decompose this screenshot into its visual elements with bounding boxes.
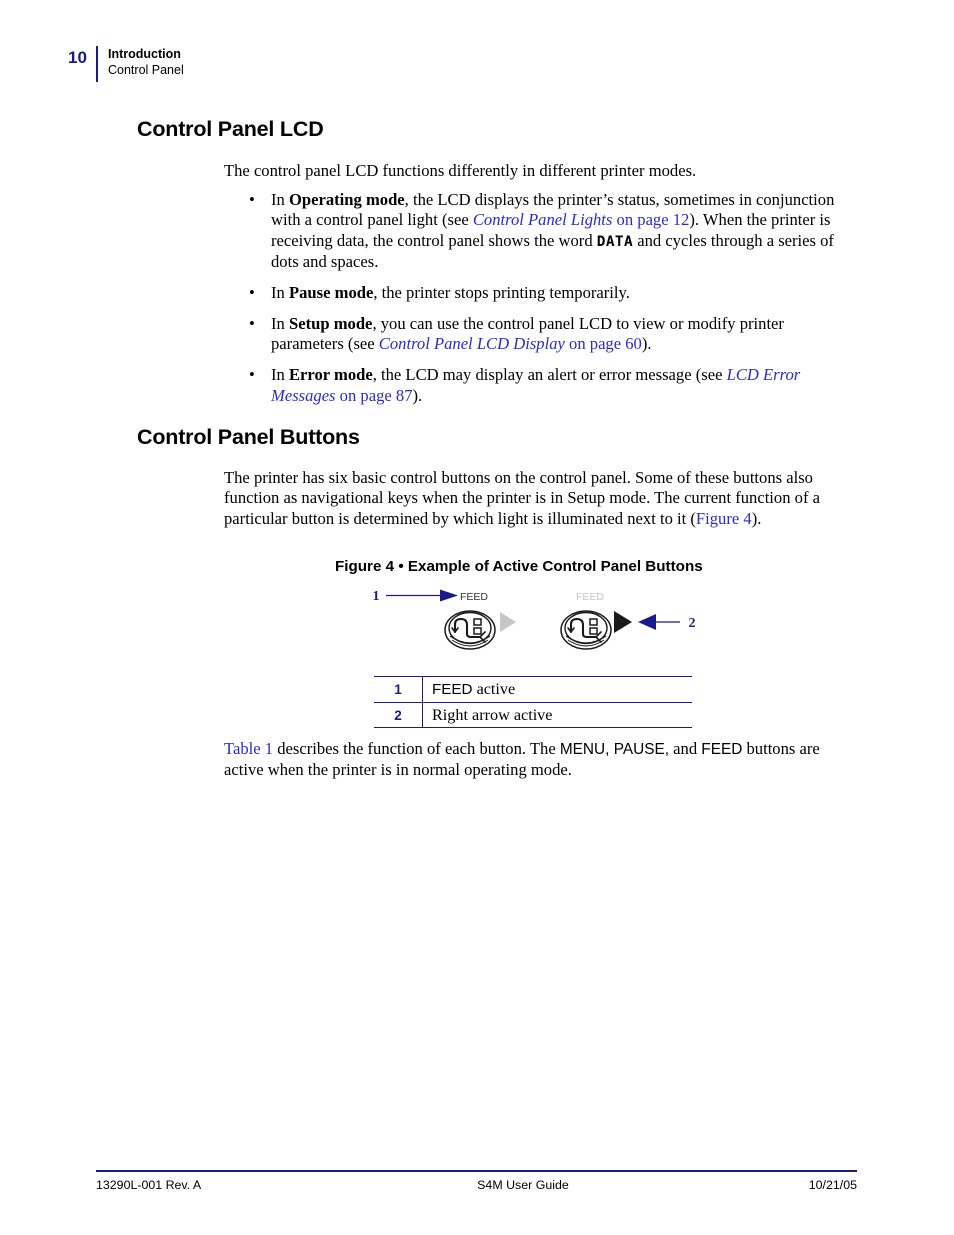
figure-4-artwork: 1 FEED FEED 2 xyxy=(360,586,710,654)
xref-table-1[interactable]: Table 1 xyxy=(224,739,273,758)
bullet-icon: • xyxy=(249,283,255,303)
bullet-lead-in: In xyxy=(271,365,289,385)
xref-figure-4[interactable]: Figure 4 xyxy=(696,509,752,528)
xref-lcd-error-messages-page[interactable]: on page 87 xyxy=(336,386,413,405)
right-arrow-indicator-inactive-icon xyxy=(500,612,516,632)
button-name-feed: FEED xyxy=(701,741,743,758)
paragraph-buttons-intro: The printer has six basic control button… xyxy=(224,468,840,529)
page-number: 10 xyxy=(68,48,87,67)
xref-control-panel-lcd-display[interactable]: Control Panel LCD Display xyxy=(379,334,565,353)
feed-label-inactive: FEED xyxy=(576,591,604,603)
callout-2-arrowhead-icon xyxy=(638,614,656,630)
callout-1-arrowhead-icon xyxy=(440,589,458,602)
bullet-lead-in: In xyxy=(271,283,289,303)
legend-number-2: 2 xyxy=(374,702,423,728)
closing-text-part-2: and xyxy=(669,739,702,758)
figure-callout-1: 1 xyxy=(373,589,380,604)
header-section-title: Control Panel xyxy=(108,63,184,77)
mode-name-setup: Setup mode xyxy=(288,314,373,334)
legend-state-text-2: Right arrow active xyxy=(432,706,553,724)
feed-label-active: FEED xyxy=(460,591,488,603)
footer-date: 10/21/05 xyxy=(808,1178,857,1192)
mode-name-operating: Operating mode xyxy=(288,190,405,209)
bullet-icon: • xyxy=(249,314,255,334)
footer-rule xyxy=(96,1170,857,1172)
header-breadcrumb: Introduction Control Panel xyxy=(108,46,184,78)
bullet-icon: • xyxy=(249,365,255,385)
bullet-body-part-1: , the printer stops printing temporarily… xyxy=(373,283,630,303)
legend-description-1: FEED active xyxy=(422,676,692,703)
mode-name-pause: Pause mode xyxy=(288,283,374,303)
header-divider-rule xyxy=(96,46,98,82)
list-item-operating-mode: • In Operating mode, the LCD displays th… xyxy=(243,190,843,273)
mode-name-error: Error mode xyxy=(288,365,373,385)
paragraph-table-1-reference: Table 1 describes the function of each b… xyxy=(224,739,844,781)
legend-button-name-feed: FEED xyxy=(432,681,473,698)
xref-control-panel-lights[interactable]: Control Panel Lights xyxy=(473,210,613,229)
button-names-menu-pause: MENU, PAUSE, xyxy=(559,741,670,758)
paragraph-buttons-body-end: ). xyxy=(751,508,762,528)
table-row: 1 FEED active xyxy=(374,676,692,703)
figure-callout-2: 2 xyxy=(689,616,696,631)
table-row: 2 Right arrow active xyxy=(374,702,692,728)
bullet-body-part-1: , the LCD may display an alert or error … xyxy=(372,365,727,385)
bullet-lead-in: In xyxy=(271,314,289,334)
paragraph-lcd-intro: The control panel LCD functions differen… xyxy=(224,161,697,180)
figure-caption-separator: • xyxy=(398,558,404,575)
bullet-icon: • xyxy=(249,190,255,209)
lcd-word-data: DATA xyxy=(596,233,634,250)
feed-button-inactive[interactable] xyxy=(559,609,613,651)
page-footer: 13290L-001 Rev. A S4M User Guide 10/21/0… xyxy=(96,1178,857,1192)
list-item-pause-mode: • In Pause mode, the printer stops print… xyxy=(243,283,843,303)
legend-number-1: 1 xyxy=(374,676,423,703)
figure-4-caption: Figure 4 • Example of Active Control Pan… xyxy=(335,558,703,575)
figure-4-legend-table: 1 FEED active 2 Right arrow active xyxy=(374,676,692,728)
legend-description-2: Right arrow active xyxy=(422,702,692,728)
lcd-mode-list: • In Operating mode, the LCD displays th… xyxy=(243,190,843,417)
closing-text-part-1: describes the function of each button. T… xyxy=(273,739,560,758)
bullet-body-part-2: ). xyxy=(641,334,652,354)
xref-control-panel-lcd-display-page[interactable]: on page 60 xyxy=(565,334,642,353)
right-arrow-indicator-active-icon xyxy=(614,611,632,633)
figure-caption-label: Figure 4 xyxy=(335,558,395,575)
bullet-body-part-2: ). xyxy=(412,385,423,405)
figure-caption-text: Example of Active Control Panel Buttons xyxy=(407,558,703,575)
header-chapter-title: Introduction xyxy=(108,47,181,61)
list-item-setup-mode: • In Setup mode, you can use the control… xyxy=(243,314,843,355)
feed-button-active[interactable] xyxy=(443,609,497,651)
list-item-error-mode: • In Error mode, the LCD may display an … xyxy=(243,365,843,406)
footer-guide-title: S4M User Guide xyxy=(477,1178,569,1192)
heading-control-panel-lcd: Control Panel LCD xyxy=(137,117,324,141)
page-header: 10 Introduction Control Panel xyxy=(68,46,184,82)
legend-state-text-1: active xyxy=(472,680,516,698)
heading-control-panel-buttons: Control Panel Buttons xyxy=(137,425,360,449)
xref-control-panel-lights-page[interactable]: on page 12 xyxy=(612,210,690,229)
bullet-lead-in: In xyxy=(271,190,289,209)
footer-document-number: 13290L-001 Rev. A xyxy=(96,1178,202,1192)
